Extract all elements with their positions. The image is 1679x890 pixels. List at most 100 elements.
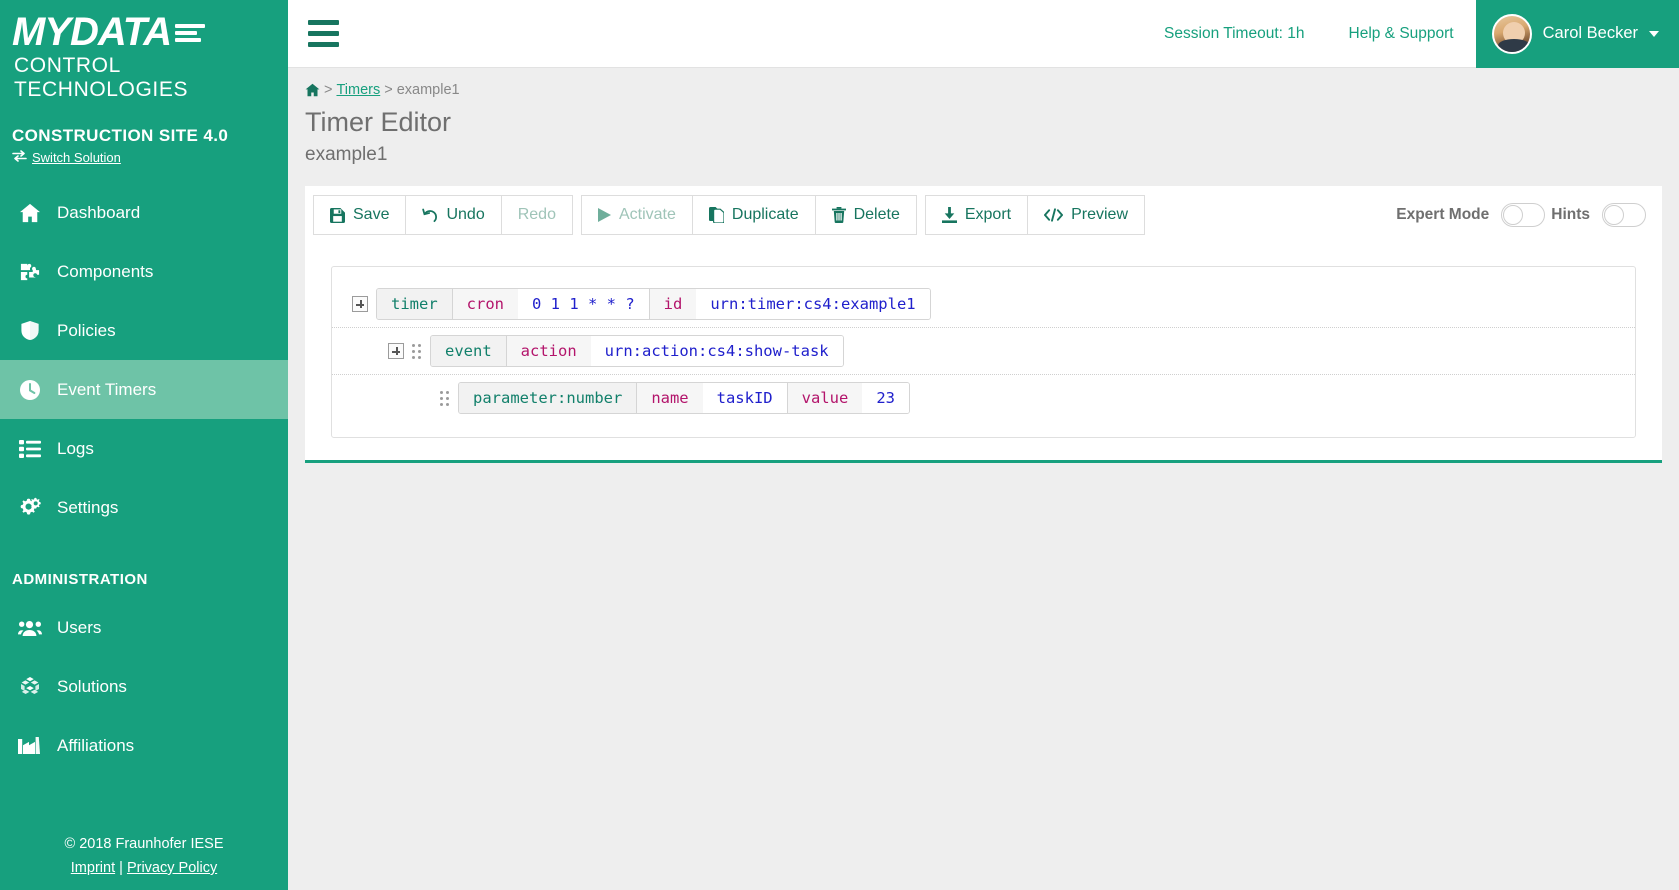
sidebar-item-label: Event Timers	[57, 379, 157, 399]
privacy-policy-link[interactable]: Privacy Policy	[127, 860, 217, 876]
top-bar: Session Timeout: 1h Help & Support Carol…	[288, 0, 1679, 68]
redo-button[interactable]: Redo	[500, 195, 573, 235]
sidebar-item-components[interactable]: Components	[0, 242, 288, 301]
hints-label: Hints	[1551, 206, 1590, 223]
save-icon	[330, 207, 345, 223]
sidebar-item-settings[interactable]: Settings	[0, 478, 288, 537]
footer-divider: |	[119, 860, 123, 876]
breadcrumb: > Timers > example1	[288, 68, 1679, 98]
main-nav: Dashboard Components Policies Event Time…	[0, 183, 288, 537]
logo-main-text: MYDATA	[12, 10, 172, 54]
expert-mode-toggle-knob	[1503, 205, 1524, 225]
token-value[interactable]: 0 1 1 * * ?	[518, 289, 649, 319]
sidebar: MYDATA CONTROL TECHNOLOGIES CONSTRUCTION…	[0, 0, 288, 890]
sidebar-item-label: Policies	[57, 320, 116, 340]
token-key[interactable]: action	[506, 336, 591, 366]
breadcrumb-separator-2: >	[384, 82, 393, 98]
logo-subtitle: CONTROL TECHNOLOGIES	[14, 54, 189, 101]
users-icon	[17, 617, 43, 639]
copy-icon	[708, 207, 724, 223]
toolbar-group-actions: Activate Duplicate Delete	[580, 195, 917, 235]
sidebar-item-dashboard[interactable]: Dashboard	[0, 183, 288, 242]
token-value[interactable]: taskID	[702, 383, 787, 413]
page-title: Timer Editor	[305, 107, 452, 137]
drag-handle-icon[interactable]	[440, 390, 452, 406]
session-timeout-label: Session Timeout: 1h	[1164, 24, 1305, 42]
switch-solution-label: Switch Solution	[32, 150, 121, 165]
avatar	[1491, 13, 1532, 54]
logo-bars-icon	[175, 24, 206, 42]
delete-button-label: Delete	[853, 206, 900, 223]
sidebar-item-label: Users	[57, 617, 102, 637]
token-tag[interactable]: parameter:number	[459, 383, 638, 413]
token-group-parameter[interactable]: parameter:number name taskID value 23	[458, 382, 910, 414]
sidebar-item-affiliations[interactable]: Affiliations	[0, 716, 288, 775]
drag-handle-icon[interactable]	[412, 343, 424, 359]
trash-icon	[831, 207, 846, 223]
hamburger-icon[interactable]	[288, 20, 346, 47]
token-value[interactable]: urn:action:cs4:show-task	[590, 336, 843, 366]
sidebar-item-logs[interactable]: Logs	[0, 419, 288, 478]
token-key[interactable]: cron	[452, 289, 518, 319]
token-value[interactable]: 23	[862, 383, 909, 413]
sidebar-item-policies[interactable]: Policies	[0, 301, 288, 360]
home-icon[interactable]	[305, 83, 320, 97]
expand-collapse-icon[interactable]	[352, 296, 368, 312]
save-button-label: Save	[353, 206, 390, 223]
token-tag[interactable]: event	[431, 336, 507, 366]
token-key[interactable]: id	[648, 289, 697, 319]
activate-button-label: Activate	[618, 206, 676, 223]
breadcrumb-link-timers[interactable]: Timers	[336, 82, 380, 98]
sidebar-item-solutions[interactable]: Solutions	[0, 657, 288, 716]
brand-logo[interactable]: MYDATA CONTROL TECHNOLOGIES	[0, 0, 288, 102]
duplicate-button-label: Duplicate	[731, 206, 799, 223]
sidebar-item-users[interactable]: Users	[0, 598, 288, 657]
editor-row-event: event action urn:action:cs4:show-task	[332, 327, 1635, 374]
list-icon	[17, 438, 43, 460]
puzzle-icon	[17, 261, 43, 283]
editor-row-parameter: parameter:number name taskID value 23	[332, 374, 1635, 421]
breadcrumb-separator-1: >	[324, 82, 333, 98]
user-name-label: Carol Becker	[1542, 24, 1638, 42]
token-group-event[interactable]: event action urn:action:cs4:show-task	[430, 335, 844, 367]
help-support-link[interactable]: Help & Support	[1327, 25, 1476, 43]
token-key[interactable]: value	[786, 383, 863, 413]
delete-button[interactable]: Delete	[814, 195, 917, 235]
duplicate-button[interactable]: Duplicate	[691, 195, 815, 235]
undo-button[interactable]: Undo	[405, 195, 501, 235]
clock-icon	[17, 379, 43, 401]
save-button[interactable]: Save	[313, 195, 406, 235]
sidebar-item-event-timers[interactable]: Event Timers	[0, 360, 288, 419]
token-group-timer[interactable]: timer cron 0 1 1 * * ? id urn:timer:cs4:…	[376, 288, 931, 320]
hints-toggle[interactable]	[1602, 203, 1646, 227]
token-tag[interactable]: timer	[377, 289, 453, 319]
content-area: > Timers > example1 Timer Editor example…	[288, 68, 1679, 890]
sidebar-item-label: Affiliations	[57, 735, 135, 755]
expert-mode-toggle[interactable]	[1501, 203, 1546, 227]
expert-mode-control: Expert Mode	[1396, 203, 1551, 227]
editor-toolbar: Save Undo Redo Activate Duplicate Delete…	[305, 186, 1662, 244]
admin-section-heading: ADMINISTRATION	[12, 571, 148, 588]
hints-control: Hints	[1551, 203, 1652, 227]
user-menu[interactable]: Carol Becker	[1475, 0, 1679, 68]
sidebar-item-label: Components	[57, 261, 154, 281]
app-root: MYDATA CONTROL TECHNOLOGIES CONSTRUCTION…	[0, 0, 1679, 890]
admin-nav: Users Solutions Affiliations	[0, 598, 288, 775]
redo-button-label: Redo	[517, 206, 556, 223]
preview-button[interactable]: Preview	[1027, 195, 1145, 235]
activate-button[interactable]: Activate	[580, 195, 692, 235]
token-key[interactable]: name	[637, 383, 703, 413]
expert-mode-label: Expert Mode	[1396, 206, 1490, 223]
export-button-label: Export	[964, 206, 1012, 223]
expand-collapse-icon[interactable]	[388, 343, 404, 359]
export-button[interactable]: Export	[924, 195, 1028, 235]
editor-row-timer: timer cron 0 1 1 * * ? id urn:timer:cs4:…	[332, 281, 1635, 327]
editor-panel: Save Undo Redo Activate Duplicate Delete…	[305, 186, 1662, 463]
imprint-link[interactable]: Imprint	[71, 860, 115, 876]
sidebar-item-label: Dashboard	[57, 202, 141, 222]
token-value[interactable]: urn:timer:cs4:example1	[696, 289, 930, 319]
timer-structure-editor: timer cron 0 1 1 * * ? id urn:timer:cs4:…	[331, 266, 1636, 438]
download-icon	[941, 207, 957, 223]
switch-solution[interactable]: Switch Solution	[0, 150, 288, 165]
cubes-icon	[17, 676, 43, 698]
